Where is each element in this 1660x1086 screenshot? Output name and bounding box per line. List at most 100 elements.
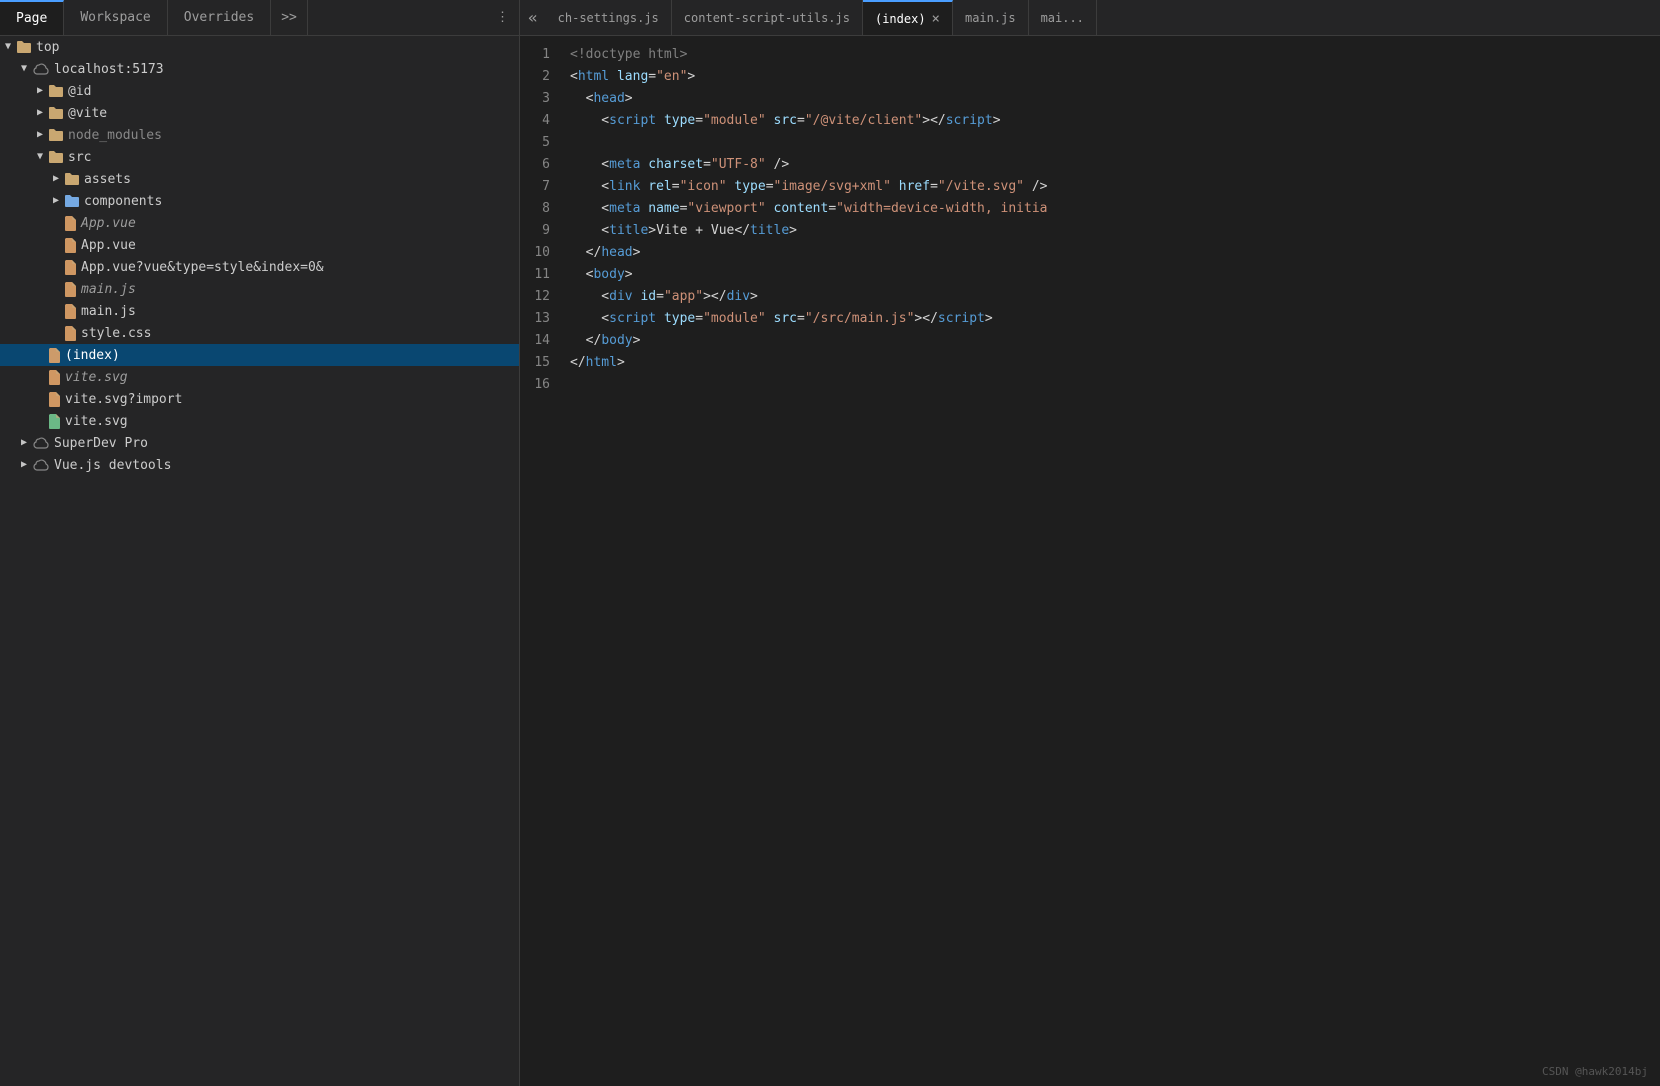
code-line: 14 </body> xyxy=(520,330,1660,352)
line-number: 5 xyxy=(520,132,570,154)
main-content: ▼ top▼ localhost:5173▶ @id▶ @vite▶ node_… xyxy=(0,36,1660,1086)
chevron-icon[interactable]: ▶ xyxy=(48,171,64,187)
tree-label: SuperDev Pro xyxy=(54,436,148,451)
line-content: <script type="module" src="/@vite/client… xyxy=(570,110,1660,132)
line-number: 10 xyxy=(520,242,570,264)
editor-tab-content-script-utils-js[interactable]: content-script-utils.js xyxy=(672,0,863,35)
tree-label: src xyxy=(68,150,91,165)
code-line: 5 xyxy=(520,132,1660,154)
line-content xyxy=(570,132,1660,154)
file-icon xyxy=(64,259,77,275)
tree-label: App.vue xyxy=(81,216,136,231)
line-content: <!doctype html> xyxy=(570,44,1660,66)
code-line: 2<html lang="en"> xyxy=(520,66,1660,88)
cloud-icon xyxy=(32,436,50,450)
chevron-icon[interactable]: ▶ xyxy=(48,193,64,209)
tree-item-vite-svg-italic[interactable]: vite.svg xyxy=(0,366,519,388)
chevron-icon[interactable]: ▶ xyxy=(32,127,48,143)
tab-page[interactable]: Page xyxy=(0,0,64,35)
tree-item-localhost[interactable]: ▼ localhost:5173 xyxy=(0,58,519,80)
watermark: CSDN @hawk2014bj xyxy=(1542,1065,1648,1078)
line-content: </head> xyxy=(570,242,1660,264)
code-line: 4 <script type="module" src="/@vite/clie… xyxy=(520,110,1660,132)
chevron-icon[interactable]: ▼ xyxy=(0,39,16,55)
file-icon xyxy=(48,369,61,385)
more-tabs-button[interactable]: >> xyxy=(271,0,307,35)
tree-item-assets[interactable]: ▶ assets xyxy=(0,168,519,190)
tree-label: components xyxy=(84,194,162,209)
tree-label: (index) xyxy=(65,348,120,363)
tree-item-vuejs[interactable]: ▶ Vue.js devtools xyxy=(0,454,519,476)
tree-item-app-vue-italic[interactable]: App.vue xyxy=(0,212,519,234)
chevron-icon[interactable]: ▶ xyxy=(32,83,48,99)
code-content[interactable]: 1<!doctype html>2<html lang="en">3 <head… xyxy=(520,36,1660,1086)
tree-item-app-vue[interactable]: App.vue xyxy=(0,234,519,256)
tree-item-main-js-italic[interactable]: main.js xyxy=(0,278,519,300)
editor-tab-ch-settings-js[interactable]: ch-settings.js xyxy=(546,0,672,35)
editor-tab--index-[interactable]: (index)× xyxy=(863,0,953,35)
cloud-icon xyxy=(32,458,50,472)
file-icon xyxy=(64,303,77,319)
tree-item-vite[interactable]: ▶ @vite xyxy=(0,102,519,124)
line-content: <div id="app"></div> xyxy=(570,286,1660,308)
tree-item-index[interactable]: (index) xyxy=(0,344,519,366)
tab-workspace[interactable]: Workspace xyxy=(64,0,167,35)
line-content: <head> xyxy=(570,88,1660,110)
tree-label: App.vue?vue&type=style&index=0& xyxy=(81,260,324,275)
line-number: 11 xyxy=(520,264,570,286)
tree-label: style.css xyxy=(81,326,151,341)
chevron-icon[interactable]: ▶ xyxy=(16,435,32,451)
tree-item-style-css[interactable]: style.css xyxy=(0,322,519,344)
file-icon xyxy=(48,391,61,407)
editor-area: 1<!doctype html>2<html lang="en">3 <head… xyxy=(520,36,1660,1086)
cloud-icon xyxy=(32,62,50,76)
file-icon xyxy=(48,347,61,363)
file-icon xyxy=(64,215,77,231)
line-number: 9 xyxy=(520,220,570,242)
chevron-icon[interactable]: ▶ xyxy=(16,457,32,473)
editor-tab-main-js[interactable]: main.js xyxy=(953,0,1029,35)
line-content: <script type="module" src="/src/main.js"… xyxy=(570,308,1660,330)
folder-icon xyxy=(48,106,64,120)
tree-item-vite-svg-import[interactable]: vite.svg?import xyxy=(0,388,519,410)
tree-item-main-js[interactable]: main.js xyxy=(0,300,519,322)
tree-item-app-vue-query[interactable]: App.vue?vue&type=style&index=0& xyxy=(0,256,519,278)
tree-label: node_modules xyxy=(68,128,162,143)
code-line: 16 xyxy=(520,374,1660,396)
tree-item-vite-svg-green[interactable]: vite.svg xyxy=(0,410,519,432)
tree-item-id[interactable]: ▶ @id xyxy=(0,80,519,102)
line-content xyxy=(570,374,1660,396)
line-number: 15 xyxy=(520,352,570,374)
line-number: 4 xyxy=(520,110,570,132)
code-line: 15</html> xyxy=(520,352,1660,374)
tree-item-top[interactable]: ▼ top xyxy=(0,36,519,58)
tree-item-components[interactable]: ▶ components xyxy=(0,190,519,212)
collapse-panel-button[interactable]: « xyxy=(520,8,546,27)
folder-icon xyxy=(48,150,64,164)
top-bar: PageWorkspaceOverrides>> ⋮ « ch-settings… xyxy=(0,0,1660,36)
left-tabs: PageWorkspaceOverrides>> xyxy=(0,0,308,35)
kebab-button[interactable]: ⋮ xyxy=(486,0,519,35)
close-tab-button[interactable]: × xyxy=(932,12,940,26)
chevron-icon[interactable]: ▼ xyxy=(32,149,48,165)
line-number: 12 xyxy=(520,286,570,308)
tab-overrides[interactable]: Overrides xyxy=(168,0,271,35)
tree-label: vite.svg xyxy=(65,414,128,429)
tree-label: top xyxy=(36,40,59,55)
folder-icon xyxy=(64,172,80,186)
tree-item-node_modules[interactable]: ▶ node_modules xyxy=(0,124,519,146)
line-content: </html> xyxy=(570,352,1660,374)
folder-icon xyxy=(48,84,64,98)
line-content: <body> xyxy=(570,264,1660,286)
editor-tab-mai---[interactable]: mai... xyxy=(1029,0,1097,35)
code-line: 13 <script type="module" src="/src/main.… xyxy=(520,308,1660,330)
folder-icon xyxy=(48,128,64,142)
tree-item-superdev[interactable]: ▶ SuperDev Pro xyxy=(0,432,519,454)
chevron-icon[interactable]: ▼ xyxy=(16,61,32,77)
code-line: 6 <meta charset="UTF-8" /> xyxy=(520,154,1660,176)
line-number: 7 xyxy=(520,176,570,198)
line-content: <meta name="viewport" content="width=dev… xyxy=(570,198,1660,220)
code-line: 11 <body> xyxy=(520,264,1660,286)
chevron-icon[interactable]: ▶ xyxy=(32,105,48,121)
tree-item-src[interactable]: ▼ src xyxy=(0,146,519,168)
